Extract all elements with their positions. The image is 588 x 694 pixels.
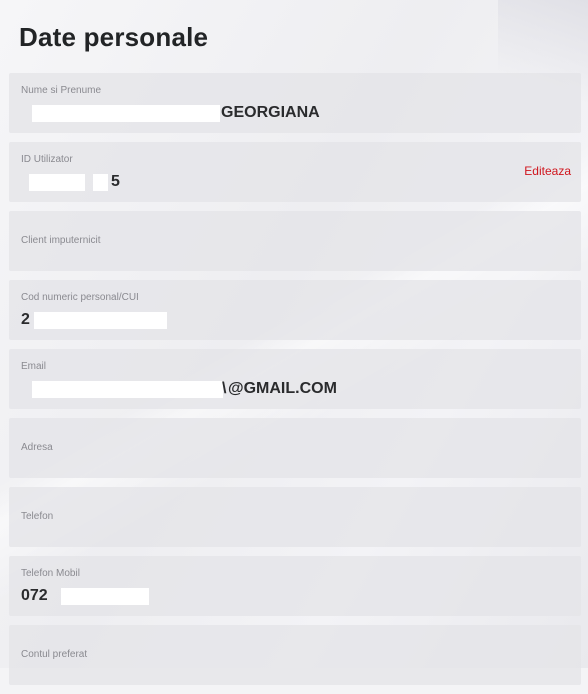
edit-user-id-link[interactable]: Editeaza: [524, 164, 571, 178]
field-cnp-value: 2: [21, 311, 30, 328]
redaction-block: [29, 174, 85, 191]
field-address: Adresa: [9, 418, 581, 478]
field-mobile-label: Telefon Mobil: [21, 568, 80, 579]
redaction-block: [32, 381, 223, 398]
field-mobile: Telefon Mobil 072: [9, 556, 581, 616]
field-cnp-label: Cod numeric personal/CUI: [21, 292, 139, 303]
field-email: Email \ @GMAIL.COM: [9, 349, 581, 409]
personal-data-list: Nume si Prenume GEORGIANA ID Utilizator …: [9, 73, 581, 694]
field-name: Nume si Prenume GEORGIANA: [9, 73, 581, 133]
field-user-id-label: ID Utilizator: [21, 154, 73, 165]
field-phone: Telefon: [9, 487, 581, 547]
field-preferred-account: Contul preferat: [9, 625, 581, 685]
field-user-id-value: 5: [111, 173, 120, 190]
field-email-label: Email: [21, 361, 47, 372]
email-partial-glyph: \: [222, 380, 227, 397]
field-mobile-value: 072: [21, 587, 48, 604]
redaction-block: [61, 588, 149, 605]
field-name-value: GEORGIANA: [221, 104, 320, 121]
field-cnp: Cod numeric personal/CUI 2: [9, 280, 581, 340]
redaction-block: [32, 105, 220, 122]
field-preferred-account-label: Contul preferat: [21, 649, 88, 660]
field-name-label: Nume si Prenume: [21, 85, 102, 96]
redaction-block: [93, 174, 108, 191]
field-authorized-client: Client imputernicit: [9, 211, 581, 271]
page-title: Date personale: [19, 22, 209, 52]
field-email-value: @GMAIL.COM: [228, 380, 337, 397]
field-phone-label: Telefon: [21, 511, 54, 522]
field-address-label: Adresa: [21, 442, 53, 453]
redaction-block: [34, 312, 167, 329]
personal-data-panel: Date personale Nume si Prenume GEORGIANA…: [0, 0, 588, 685]
field-authorized-client-label: Client imputernicit: [21, 235, 101, 246]
field-user-id: ID Utilizator 5 Editeaza: [9, 142, 581, 202]
